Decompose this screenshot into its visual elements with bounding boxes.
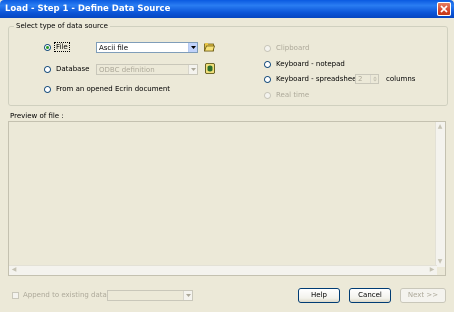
scroll-left-icon[interactable]: ◀ — [10, 266, 18, 274]
file-label[interactable]: File — [54, 42, 70, 52]
database-icon — [205, 63, 215, 74]
file-type-select[interactable]: Ascii file — [96, 42, 198, 53]
keyboard-spreadsheet-radio[interactable] — [264, 76, 271, 83]
clipboard-label: Clipboard — [276, 44, 310, 52]
title-bar: Load - Step 1 - Define Data Source — [0, 0, 454, 18]
opened-document-label[interactable]: From an opened Ecrin document — [56, 85, 170, 93]
folder-open-icon — [203, 43, 216, 52]
next-button[interactable]: Next >> — [400, 288, 446, 303]
file-open-button[interactable] — [203, 42, 216, 52]
data-source-legend: Select type of data source — [14, 22, 110, 30]
close-button[interactable] — [437, 2, 451, 16]
file-label-text: File — [54, 42, 70, 52]
scroll-up-icon[interactable]: ▲ — [436, 123, 444, 131]
append-target-dropdown-button[interactable] — [183, 291, 192, 300]
scroll-right-icon[interactable]: ▶ — [428, 266, 436, 274]
database-value: ODBC definition — [99, 66, 155, 74]
preview-horizontal-scrollbar[interactable]: ◀ ▶ — [9, 265, 437, 275]
columns-spin-buttons[interactable] — [370, 75, 378, 83]
opened-document-radio[interactable] — [44, 86, 51, 93]
database-config-button[interactable] — [205, 63, 215, 74]
columns-label: columns — [386, 75, 416, 83]
cancel-button[interactable]: Cancel — [349, 288, 391, 303]
database-select[interactable]: ODBC definition — [96, 64, 198, 75]
keyboard-notepad-label[interactable]: Keyboard - notepad — [276, 60, 345, 68]
scroll-down-icon[interactable]: ▼ — [436, 258, 444, 266]
chevron-down-icon — [186, 294, 191, 297]
spin-arrows-icon — [373, 76, 377, 82]
append-target-select[interactable] — [107, 290, 193, 301]
close-icon — [440, 5, 448, 13]
preview-vertical-scrollbar[interactable]: ▲ ▼ — [435, 122, 445, 267]
file-preview-area[interactable]: ▲ ▼ ◀ ▶ — [8, 121, 446, 276]
help-button[interactable]: Help — [298, 288, 340, 303]
keyboard-spreadsheet-label[interactable]: Keyboard - spreadsheet — [276, 75, 359, 83]
database-dropdown-button[interactable] — [188, 65, 197, 74]
real-time-radio[interactable] — [264, 92, 271, 99]
file-type-value: Ascii file — [99, 44, 129, 52]
file-type-dropdown-button[interactable] — [188, 43, 197, 52]
append-label: Append to existing data — [23, 291, 107, 299]
columns-value: 2 — [358, 75, 363, 83]
keyboard-notepad-radio[interactable] — [264, 61, 271, 68]
database-radio[interactable] — [44, 66, 51, 73]
chevron-down-icon — [191, 46, 196, 49]
preview-label: Preview of file : — [10, 112, 64, 120]
append-checkbox[interactable] — [12, 292, 19, 299]
clipboard-radio[interactable] — [264, 45, 271, 52]
real-time-label: Real time — [276, 91, 310, 99]
database-label[interactable]: Database — [56, 65, 89, 73]
window-title: Load - Step 1 - Define Data Source — [5, 4, 171, 14]
file-radio[interactable] — [44, 44, 51, 51]
chevron-down-icon — [191, 68, 196, 71]
columns-spinner[interactable]: 2 — [355, 74, 379, 84]
